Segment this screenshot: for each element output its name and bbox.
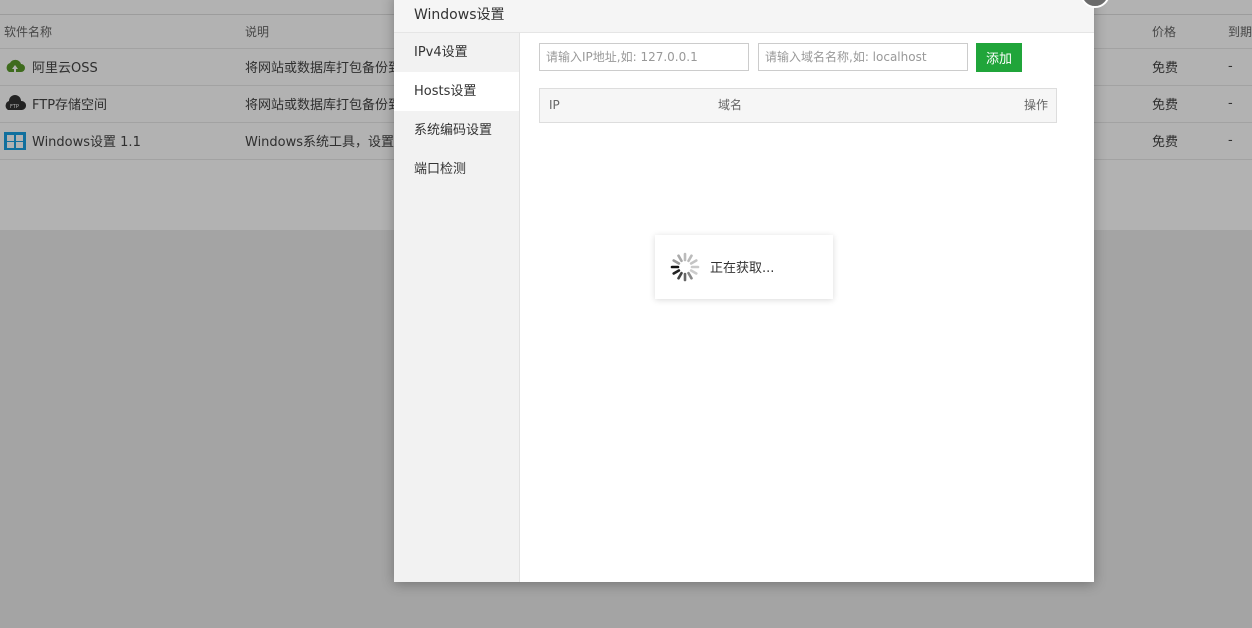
settings-sidebar: IPv4设置 Hosts设置 系统编码设置 端口检测 [394, 33, 520, 582]
hosts-settings-panel: 添加 IP 域名 操作 [520, 33, 1094, 582]
nav-item-encoding[interactable]: 系统编码设置 [394, 111, 519, 150]
ip-input[interactable] [539, 43, 749, 71]
loading-toast: 正在获取... [655, 235, 833, 299]
column-ip: IP [549, 98, 560, 112]
loading-text: 正在获取... [710, 261, 775, 276]
column-operation: 操作 [1023, 98, 1048, 112]
nav-item-hosts[interactable]: Hosts设置 [394, 72, 519, 111]
nav-item-ipv4[interactable]: IPv4设置 [394, 33, 519, 72]
domain-input[interactable] [758, 43, 968, 71]
hosts-table-header: IP 域名 操作 [539, 88, 1057, 123]
add-button[interactable]: 添加 [976, 43, 1022, 72]
dialog-title-bar[interactable]: Windows设置 [394, 0, 1094, 33]
loading-spinner-icon [670, 252, 700, 282]
dialog-title: Windows设置 [414, 7, 505, 23]
column-domain: 域名 [718, 98, 743, 112]
nav-item-port-check[interactable]: 端口检测 [394, 150, 519, 189]
